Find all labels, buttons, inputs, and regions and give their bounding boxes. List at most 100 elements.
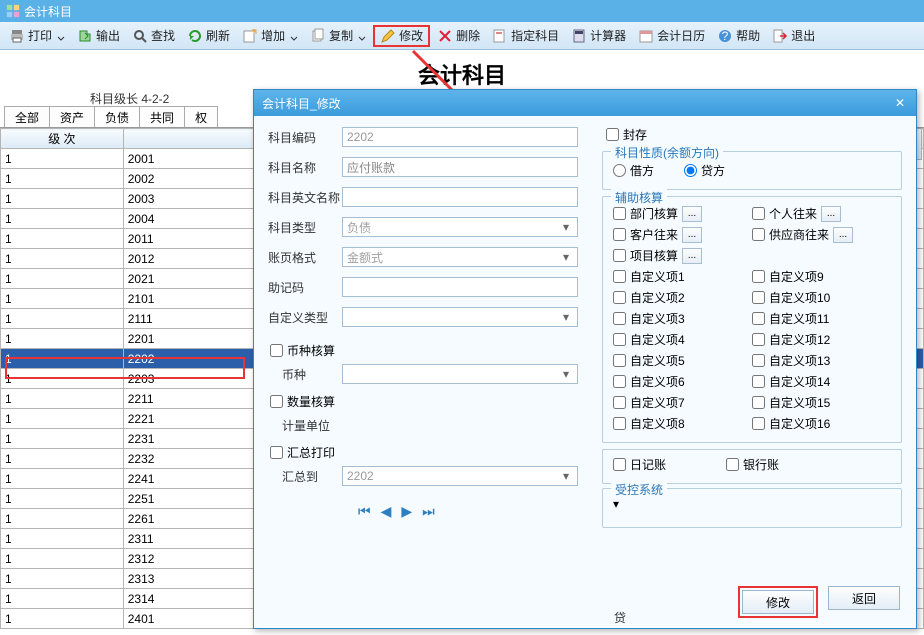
col-credit-peek: 贷 [614,609,626,626]
chk-c13[interactable] [752,354,765,367]
chk-sealed[interactable] [606,128,619,141]
legend-aux: 辅助核算 [611,189,667,206]
refresh-button[interactable]: 刷新 [182,25,235,47]
exit-button[interactable]: 退出 [767,25,820,47]
output-button[interactable]: 输出 [72,25,125,47]
pencil-icon [380,28,396,44]
x-icon [437,28,453,44]
chk-c2[interactable] [613,291,626,304]
combo-currency[interactable]: ▾ [342,364,578,384]
chk-sum[interactable] [270,446,283,459]
chk-c7[interactable] [613,396,626,409]
combo-custom[interactable]: ▾ [342,307,578,327]
chk-c5[interactable] [613,354,626,367]
chk-proj[interactable] [613,249,626,262]
chk-c16[interactable] [752,417,765,430]
input-name[interactable] [342,157,578,177]
delete-button[interactable]: 删除 [432,25,485,47]
chk-c9[interactable] [752,270,765,283]
fieldset-aux: 辅助核算 部门核算...个人往来...客户往来...供应商往来...项目核算..… [602,196,902,443]
label-sealed: 封存 [623,126,647,143]
label-sum-chk: 汇总打印 [287,444,335,461]
nav-last-icon[interactable]: ⏭ [422,503,435,520]
combo-type[interactable]: 负债▾ [342,217,578,237]
chk-dept[interactable] [613,207,626,220]
level-length: 科目级长 4-2-2 [90,90,169,107]
chk-c10[interactable] [752,291,765,304]
radio-debit[interactable]: 借方 [613,162,654,179]
label-ename: 科目英文名称 [268,189,342,206]
printer-icon [9,28,25,44]
dots-button[interactable]: ... [682,206,702,222]
tab-1[interactable]: 资产 [49,106,95,128]
col-level[interactable]: 级 次 [1,129,124,149]
radio-credit[interactable]: 贷方 [684,162,725,179]
search-icon [132,28,148,44]
chevron-down-icon: ▾ [559,250,573,264]
calc-button[interactable]: 计算器 [566,25,631,47]
chk-journal[interactable]: 日记账 [613,456,666,473]
edit-subject-dialog: 会计科目_修改 ✕ 科目编码 科目名称 科目英文名称 科目类型负债▾ 账页格式金… [253,89,917,629]
input-mnemonic[interactable] [342,277,578,297]
chk-c6[interactable] [613,375,626,388]
chk-c4[interactable] [613,333,626,346]
chk-cust[interactable] [613,228,626,241]
combo-sum[interactable]: 2202▾ [342,466,578,486]
cancel-button[interactable]: 返回 [828,586,900,610]
edit-button[interactable]: 修改 [373,25,430,47]
chevron-down-icon: ▾ [559,220,573,234]
print-button[interactable]: 打印 [4,25,70,47]
input-ename[interactable] [342,187,578,207]
toolbar: 打印输出查找刷新增加复制修改删除指定科目计算器会计日历?帮助退出 [0,22,924,50]
chevron-down-icon [290,32,298,40]
chk-bank[interactable]: 银行账 [726,456,779,473]
svg-text:?: ? [722,29,729,43]
input-code[interactable] [342,127,578,147]
chk-qty[interactable] [270,395,283,408]
calendar-button[interactable]: 会计日历 [633,25,710,47]
copy-icon [310,28,326,44]
chk-c11[interactable] [752,312,765,325]
label-sum: 汇总到 [268,468,342,485]
combo-ctrl[interactable]: ▾ [613,497,891,517]
label-qty: 计量单位 [268,417,342,434]
label-custom: 自定义类型 [268,309,342,326]
dots-button[interactable]: ... [833,227,853,243]
nav-next-icon[interactable]: ▶ [401,503,412,520]
tab-0[interactable]: 全部 [4,106,50,128]
search-button[interactable]: 查找 [127,25,180,47]
input-qty[interactable] [342,415,578,435]
tab-3[interactable]: 共同 [139,106,185,128]
chk-c14[interactable] [752,375,765,388]
dots-button[interactable]: ... [821,206,841,222]
page-title: 会计科目 [0,58,924,90]
ok-button[interactable]: 修改 [742,590,814,614]
nav-first-icon[interactable]: ⏮ [358,503,371,520]
help-button[interactable]: ?帮助 [712,25,765,47]
chk-c1[interactable] [613,270,626,283]
add-button[interactable]: 增加 [237,25,303,47]
chk-person[interactable] [752,207,765,220]
assign-button[interactable]: 指定科目 [487,25,564,47]
refresh-icon [187,28,203,44]
label-currency: 币种 [268,366,342,383]
tab-2[interactable]: 负债 [94,106,140,128]
window-title: 会计科目 [24,3,72,20]
calc-icon [571,28,587,44]
nav-prev-icon[interactable]: ◀ [381,503,392,520]
chk-supplier[interactable] [752,228,765,241]
combo-format[interactable]: 金额式▾ [342,247,578,267]
flag-icon [492,28,508,44]
copy-button[interactable]: 复制 [305,25,371,47]
label-name: 科目名称 [268,159,342,176]
close-icon[interactable]: ✕ [892,95,908,111]
dots-button[interactable]: ... [682,248,702,264]
chk-c8[interactable] [613,417,626,430]
chk-currency[interactable] [270,344,283,357]
dots-button[interactable]: ... [682,227,702,243]
chk-c3[interactable] [613,312,626,325]
chk-c12[interactable] [752,333,765,346]
label-format: 账页格式 [268,249,342,266]
chk-c15[interactable] [752,396,765,409]
tab-4[interactable]: 权 [184,106,218,128]
